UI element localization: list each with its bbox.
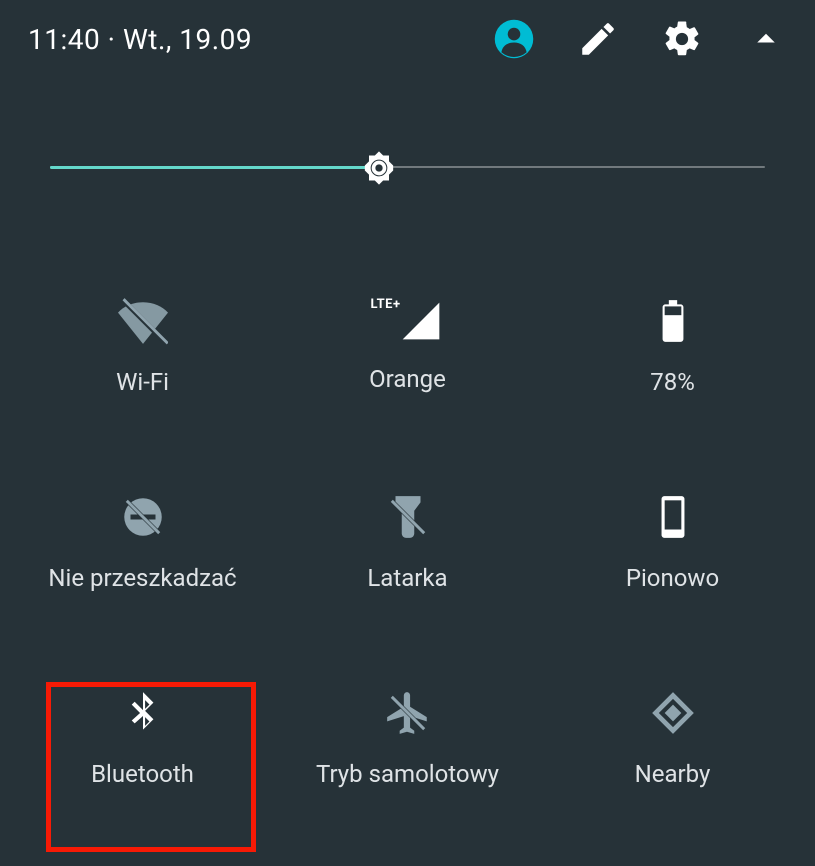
tile-bluetooth-label: Bluetooth bbox=[91, 760, 194, 788]
tile-flashlight[interactable]: Latarka bbox=[275, 444, 540, 640]
tile-dnd-label: Nie przeszkadzać bbox=[48, 564, 236, 592]
status-time-date: 11:40 · Wt., 19.09 bbox=[28, 23, 252, 56]
nearby-icon bbox=[648, 688, 698, 738]
bluetooth-icon bbox=[118, 688, 168, 738]
flashlight-off-icon bbox=[383, 492, 433, 542]
tile-wifi[interactable]: Wi-Fi bbox=[10, 248, 275, 444]
settings-icon[interactable] bbox=[661, 18, 703, 60]
brightness-slider[interactable] bbox=[50, 148, 765, 188]
tile-bluetooth[interactable]: Bluetooth bbox=[10, 640, 275, 836]
portrait-icon bbox=[648, 492, 698, 542]
tile-nearby-label: Nearby bbox=[635, 760, 711, 788]
tile-cellular[interactable]: LTE+ Orange bbox=[275, 248, 540, 444]
tile-airplane[interactable]: Tryb samolotowy bbox=[275, 640, 540, 836]
signal-icon: LTE+ bbox=[373, 299, 443, 343]
tile-airplane-label: Tryb samolotowy bbox=[316, 760, 499, 788]
clock-date: Wt., 19.09 bbox=[123, 23, 252, 56]
clock-sep: · bbox=[100, 23, 123, 56]
tile-flashlight-label: Latarka bbox=[367, 564, 447, 592]
tile-wifi-label: Wi-Fi bbox=[116, 368, 169, 396]
header-actions bbox=[493, 18, 787, 60]
clock-time: 11:40 bbox=[28, 23, 100, 56]
brightness-slider-container bbox=[0, 78, 815, 208]
brightness-icon[interactable] bbox=[359, 148, 399, 188]
user-icon[interactable] bbox=[493, 18, 535, 60]
tile-dnd[interactable]: Nie przeszkadzać bbox=[10, 444, 275, 640]
edit-icon[interactable] bbox=[577, 18, 619, 60]
collapse-icon[interactable] bbox=[745, 18, 787, 60]
airplane-off-icon bbox=[383, 688, 433, 738]
quick-settings-header: 11:40 · Wt., 19.09 bbox=[0, 0, 815, 78]
slider-track-fill bbox=[50, 166, 379, 169]
tile-nearby[interactable]: Nearby bbox=[540, 640, 805, 836]
wifi-off-icon bbox=[118, 296, 168, 346]
tile-cellular-label: Orange bbox=[369, 365, 446, 393]
tile-rotation-label: Pionowo bbox=[626, 564, 719, 592]
tile-battery[interactable]: 78% bbox=[540, 248, 805, 444]
tile-rotation[interactable]: Pionowo bbox=[540, 444, 805, 640]
quick-settings-grid: Wi-Fi LTE+ Orange 78% Nie przeszkadzać L… bbox=[0, 208, 815, 836]
battery-icon bbox=[648, 296, 698, 346]
dnd-off-icon bbox=[118, 492, 168, 542]
tile-battery-label: 78% bbox=[650, 368, 695, 396]
network-badge: LTE+ bbox=[371, 297, 401, 312]
